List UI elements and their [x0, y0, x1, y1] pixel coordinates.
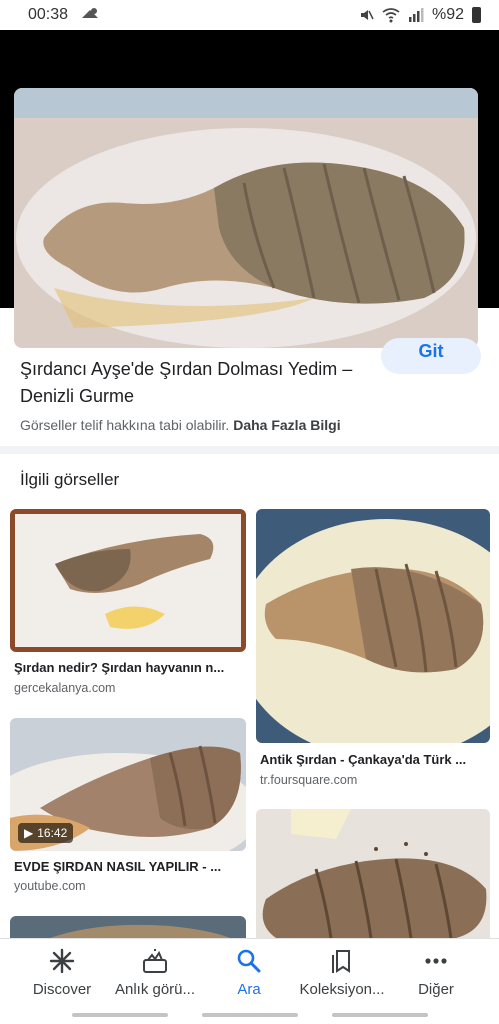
related-item[interactable]: Şırdan nedir? Şırdan hayvanın n... gerce… — [10, 509, 246, 699]
related-thumbnail[interactable] — [10, 509, 246, 652]
related-item-title: Şırdan nedir? Şırdan hayvanın n... — [14, 660, 225, 675]
signal-icon — [408, 8, 424, 22]
status-icons: %92 — [358, 6, 481, 24]
related-item-source: gercekalanya.com — [14, 681, 116, 695]
related-item[interactable] — [256, 809, 490, 938]
main-result-image[interactable] — [14, 88, 478, 348]
related-item-title: Antik Şırdan - Çankaya'da Türk ... — [260, 752, 467, 767]
wifi-icon — [382, 8, 400, 23]
nav-more[interactable]: Diğer — [381, 947, 491, 998]
result-title[interactable]: Şırdancı Ayşe'de Şırdan Dolması Yedim – … — [20, 356, 380, 410]
battery-icon — [472, 7, 481, 23]
more-icon — [425, 958, 447, 964]
section-divider — [0, 446, 499, 454]
battery-percent: %92 — [431, 6, 464, 23]
more-info-link[interactable]: Daha Fazla Bilgi — [233, 417, 340, 433]
gesture-bar-right — [332, 1013, 428, 1017]
copyright-text: Görseller telif hakkına tabi olabilir. — [20, 417, 230, 433]
bottom-navigation: Discover Anlık görü... Ara Koleksiyon...… — [0, 938, 499, 1024]
weather-icon — [82, 8, 98, 18]
visit-button[interactable]: Git — [381, 338, 481, 374]
status-bar: 00:38 %92 — [0, 0, 499, 30]
nav-label: Diğer — [418, 981, 454, 998]
related-video-thumbnail[interactable]: ▶ 16:42 — [10, 718, 246, 851]
video-duration-badge: ▶ 16:42 — [18, 823, 74, 843]
collections-icon — [332, 950, 350, 973]
search-icon — [237, 949, 261, 973]
related-item[interactable]: ▶ 16:42 EVDE ŞIRDAN NASIL YAPILIR - ... … — [10, 718, 246, 898]
status-time: 00:38 — [28, 6, 69, 23]
copyright-notice: Görseller telif hakkına tabi olabilir. D… — [20, 417, 490, 433]
related-item[interactable]: Antik Şırdan - Çankaya'da Türk ... tr.fo… — [256, 509, 490, 791]
related-item-source: tr.foursquare.com — [260, 773, 358, 787]
related-thumbnail[interactable] — [10, 916, 246, 938]
related-item-source: youtube.com — [14, 879, 86, 893]
related-thumbnail[interactable] — [256, 509, 490, 743]
gesture-bar-center — [202, 1013, 298, 1017]
gesture-bar-left — [72, 1013, 168, 1017]
related-images-header: İlgili görseller — [20, 470, 120, 489]
related-item[interactable] — [10, 916, 246, 938]
mute-icon — [360, 10, 374, 20]
discover-icon — [49, 948, 75, 974]
updates-icon — [143, 949, 167, 973]
video-duration: 16:42 — [37, 826, 68, 840]
play-icon: ▶ — [24, 826, 34, 840]
related-thumbnail[interactable] — [256, 809, 490, 938]
related-item-title: EVDE ŞIRDAN NASIL YAPILIR - ... — [14, 859, 222, 874]
